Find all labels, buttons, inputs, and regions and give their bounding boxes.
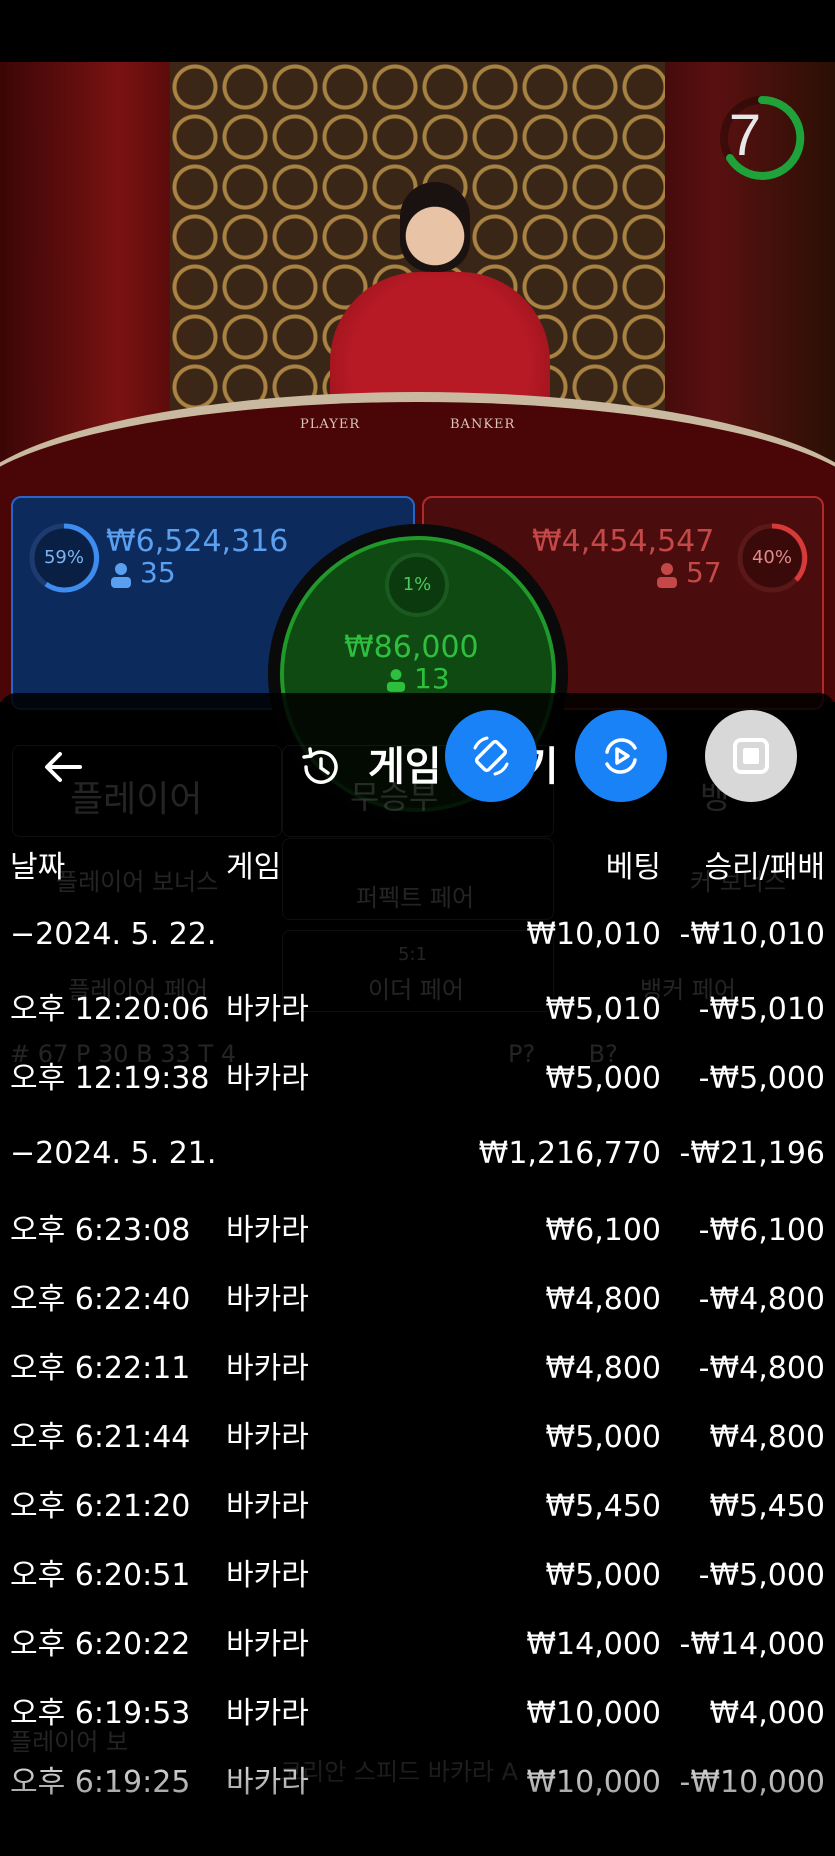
column-date: 날짜 — [10, 850, 66, 885]
row-result: -₩10,000 — [679, 1765, 825, 1800]
tie-amount: ₩86,000 — [344, 630, 479, 665]
row-date: 오후 6:20:51 — [10, 1558, 191, 1593]
replay-video-icon — [605, 738, 637, 774]
banker-amount: ₩4,454,547 — [532, 524, 715, 559]
row-date: 오후 12:20:06 — [10, 992, 210, 1027]
table-row: 오후 6:19:53 바카라 ₩10,000 ₩4,000 — [0, 1686, 835, 1742]
row-game: 바카라 — [226, 992, 309, 1027]
page-title-text: 게임 — [368, 744, 442, 790]
tie-user-icon — [386, 669, 406, 692]
row-result: -₩10,010 — [679, 917, 825, 952]
row-result: -₩4,800 — [698, 1282, 825, 1317]
table-row: 오후 12:19:38 바카라 ₩5,000 -₩5,000 — [0, 1051, 835, 1107]
row-date: 오후 6:23:08 — [10, 1213, 191, 1248]
row-date: 오후 6:22:11 — [10, 1351, 191, 1386]
row-bet: ₩4,800 — [545, 1351, 661, 1386]
table-row: 오후 6:21:20 바카라 ₩5,450 ₩5,450 — [0, 1479, 835, 1535]
status-bar — [0, 0, 835, 62]
row-game: 바카라 — [226, 1213, 309, 1248]
row-bet: ₩5,000 — [545, 1558, 661, 1593]
row-bet: ₩6,100 — [545, 1213, 661, 1248]
dealer-head — [400, 182, 470, 272]
replay-video-button[interactable] — [575, 710, 667, 802]
row-date: 오후 6:19:25 — [10, 1765, 191, 1800]
date-group-row[interactable]: −2024. 5. 22. ₩10,010 -₩10,010 — [0, 907, 835, 963]
stop-square-icon — [733, 738, 769, 774]
row-game: 바카라 — [226, 1351, 309, 1386]
row-bet: ₩5,450 — [545, 1489, 661, 1524]
table-row: 오후 12:20:06 바카라 ₩5,010 -₩5,010 — [0, 982, 835, 1038]
row-bet: ₩5,010 — [545, 992, 661, 1027]
row-result: -₩14,000 — [679, 1627, 825, 1662]
row-result: -₩5,000 — [698, 1558, 825, 1593]
row-bet: ₩14,000 — [526, 1627, 661, 1662]
row-result: ₩5,450 — [709, 1489, 825, 1524]
table-row: 오후 6:22:11 바카라 ₩4,800 -₩4,800 — [0, 1341, 835, 1397]
column-game: 게임 — [226, 850, 282, 885]
banker-percent: 40% — [751, 547, 792, 568]
column-result: 승리/패배 — [704, 850, 825, 885]
row-result: -₩5,010 — [698, 992, 825, 1027]
date-group-row[interactable]: −2024. 5. 21. ₩1,216,770 -₩21,196 — [0, 1126, 835, 1182]
countdown-number: 7 — [728, 103, 762, 168]
table-row: 오후 6:20:51 바카라 ₩5,000 -₩5,000 — [0, 1548, 835, 1604]
row-result: ₩4,800 — [709, 1420, 825, 1455]
table-row: 오후 6:19:25 바카라 ₩10,000 -₩10,000 — [0, 1755, 835, 1811]
row-game: 바카라 — [226, 1627, 309, 1662]
row-date: 오후 6:22:40 — [10, 1282, 191, 1317]
row-bet: ₩4,800 — [545, 1282, 661, 1317]
row-bet: ₩5,000 — [545, 1420, 661, 1455]
row-date: 오후 6:19:53 — [10, 1696, 191, 1731]
row-game: 바카라 — [226, 1282, 309, 1317]
banker-count: 57 — [686, 556, 722, 589]
ghost-player-label: 플레이어 — [70, 779, 203, 820]
banker-user-icon — [657, 563, 677, 588]
column-bet: 베팅 — [605, 850, 661, 885]
row-bet: ₩10,000 — [526, 1696, 661, 1731]
row-result: -₩5,000 — [698, 1061, 825, 1096]
row-date: 오후 6:20:22 — [10, 1627, 191, 1662]
row-result: -₩6,100 — [698, 1213, 825, 1248]
table-label-player: PLAYER — [300, 417, 361, 432]
row-game: 바카라 — [226, 1696, 309, 1731]
row-game: 바카라 — [226, 1765, 309, 1800]
row-game: 바카라 — [226, 1061, 309, 1096]
row-bet: ₩10,000 — [526, 1765, 661, 1800]
row-date: 오후 6:21:44 — [10, 1420, 191, 1455]
table-row: 오후 6:20:22 바카라 ₩14,000 -₩14,000 — [0, 1617, 835, 1673]
rotate-device-button[interactable] — [445, 710, 537, 802]
row-date: 오후 6:21:20 — [10, 1489, 191, 1524]
player-user-icon — [111, 563, 131, 588]
rotate-device-icon — [473, 736, 509, 776]
row-bet: ₩1,216,770 — [478, 1136, 661, 1171]
row-date: −2024. 5. 22. — [10, 917, 217, 952]
player-percent: 59% — [43, 547, 84, 568]
row-result: -₩4,800 — [698, 1351, 825, 1386]
tie-count: 13 — [414, 662, 450, 695]
row-game: 바카라 — [226, 1420, 309, 1455]
row-date: −2024. 5. 21. — [10, 1136, 217, 1171]
table-label-banker: BANKER — [450, 417, 516, 432]
history-icon — [302, 747, 338, 784]
table-row: 오후 6:22:40 바카라 ₩4,800 -₩4,800 — [0, 1272, 835, 1328]
arrow-left-icon[interactable] — [40, 745, 84, 789]
row-bet: ₩5,000 — [545, 1061, 661, 1096]
tie-percent: 1% — [402, 574, 432, 595]
row-game: 바카라 — [226, 1489, 309, 1524]
row-date: 오후 12:19:38 — [10, 1061, 210, 1096]
ghost-player-bonus: 플레이어 보너스 — [56, 868, 219, 896]
row-result: ₩4,000 — [709, 1696, 825, 1731]
row-game: 바카라 — [226, 1558, 309, 1593]
player-amount: ₩6,524,316 — [106, 524, 289, 559]
row-result: -₩21,196 — [679, 1136, 825, 1171]
player-count: 35 — [140, 556, 176, 589]
row-bet: ₩10,010 — [526, 917, 661, 952]
table-row: 오후 6:21:44 바카라 ₩5,000 ₩4,800 — [0, 1410, 835, 1466]
table-row: 오후 6:23:08 바카라 ₩6,100 -₩6,100 — [0, 1203, 835, 1259]
stop-button[interactable] — [705, 710, 797, 802]
